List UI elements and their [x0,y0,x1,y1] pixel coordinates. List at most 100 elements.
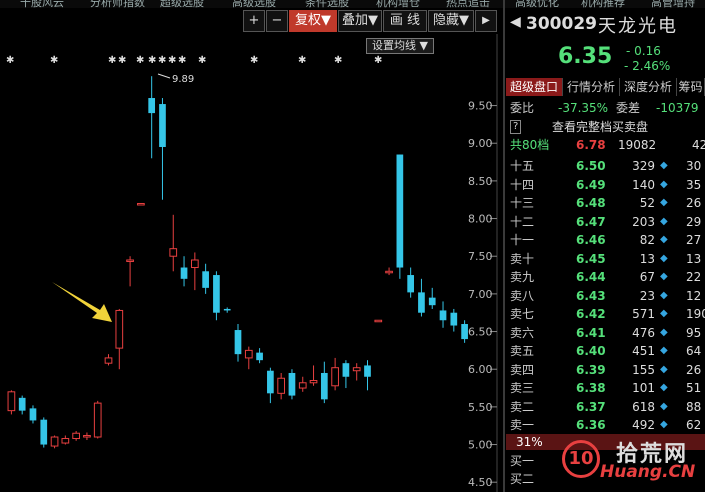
y-tick-label: 5.50 [468,401,493,414]
event-marker-icon: ✱ [168,55,176,66]
top-menu-bar: 十股风云 分析师指数 超级选股 高级选股 条件选股 机构增仓 热点追击 [0,0,505,8]
zoom-in-button[interactable]: + [243,10,265,32]
weicha-value: -10379 [656,101,699,115]
ask-row[interactable]: 卖八 6.43 23 ◆ 12 [506,287,705,305]
overlay-button[interactable]: 叠加▼ [338,10,382,32]
restore-rights-button[interactable]: 复权▼ [289,10,337,32]
menu-item[interactable]: 高级选股 [232,0,276,8]
event-marker-icon: ✱ [198,55,206,66]
total-volume: 19082 [618,138,657,152]
candle-body [40,419,48,445]
ask-volume: 101 [632,381,655,395]
ask-volume: 492 [632,418,655,432]
menu-item[interactable]: 超级选股 [160,0,204,8]
menu-item[interactable]: 热点追击 [446,0,490,8]
ask-label: 十四 [510,177,535,192]
candle-body [309,380,318,384]
candle-body [72,432,80,440]
weicha-label: 委差 [616,101,641,115]
ask-row[interactable]: 卖十 6.45 13 ◆ 13 [506,250,705,268]
y-tick-label: 8.50 [468,175,493,188]
event-marker-icon: ✱ [374,55,382,66]
event-markers: ✱ ✱ ✱ ✱ ✱ ✱ ✱ ✱ ✱ ✱ ✱ ✱ ✱ ✱ [6,55,382,66]
ask-label: 卖八 [510,288,535,303]
ask-label: 卖二 [510,399,535,414]
ask-marker-icon: ◆ [660,178,668,190]
y-tick-label: 7.00 [468,288,493,301]
y-axis: 9.50 9.00 8.50 8.00 7.50 7.00 6.50 6.00 5.50 5.00… [468,100,497,489]
ask-volume: 82 [639,233,655,247]
ask-marker-icon: ◆ [660,197,668,208]
menu-item[interactable]: 机构增仓 [376,0,420,8]
tab-super-book[interactable]: 超级盘口 [506,78,563,96]
ask-volume: 203 [632,214,655,229]
ask-marker-icon: ◆ [660,289,668,301]
stock-name: 天龙光电 [598,16,678,37]
ask-row[interactable]: 卖一 6.36 492 ◆ 62 [506,416,705,434]
ask-row[interactable]: 十三 6.48 52 ◆ 26 [506,194,705,212]
menu-item[interactable]: 十股风云 [20,0,64,8]
ask-marker-icon: ◆ [660,363,668,375]
ask-ext: 64 [686,344,702,358]
tab-market-analysis[interactable]: 行情分析 [563,78,620,96]
ask-row[interactable]: 卖七6.42571◆190 [506,305,705,323]
candle-body [385,270,393,274]
candle-body [374,319,383,323]
draw-line-button[interactable]: 画 线 [383,10,427,32]
ask-marker-icon: ◆ [660,419,668,430]
candle-body [137,202,145,206]
candle-body [450,312,458,326]
ask-row[interactable]: 卖四 6.39 155 ◆ 26 [506,361,705,379]
collapse-arrow-icon[interactable]: ◀ [510,14,521,30]
candle-body [213,275,220,313]
event-marker-icon: ✱ [334,55,342,66]
help-icon[interactable]: ? [510,120,522,134]
tab-deep-analysis[interactable]: 深度分析 [620,78,677,96]
candle-body [342,363,350,377]
event-marker-icon: ✱ [250,55,258,66]
ask-marker-icon: ◆ [660,382,668,393]
ask-volume: 52 [639,196,655,210]
ask-row[interactable]: 卖三 6.38 101 ◆ 51 [506,379,705,397]
ask-row[interactable]: 卖六 6.41 476 ◆ 95 [506,324,705,342]
total-levels-label: 共80档 [510,138,550,152]
full-book-link[interactable]: 查看完整档买卖盘 [552,118,648,136]
panel-divider[interactable] [503,0,505,492]
ask-volume: 13 [639,251,655,266]
candle-series [7,76,468,449]
ask-volume: 23 [639,288,655,303]
ask-label: 卖五 [510,344,535,358]
ask-volume: 140 [632,177,655,192]
candle-body [159,104,166,147]
ask-row[interactable]: 十四 6.49 140 ◆ 35 [506,176,705,194]
candle-body [407,275,414,293]
event-marker-icon: ✱ [50,55,58,66]
ask-row[interactable]: 卖五 6.40 451 ◆ 64 [506,342,705,360]
ask-volume: 571 [632,307,655,321]
menu-item[interactable]: 条件选股 [305,0,349,8]
ask-ext: 30 [686,159,702,173]
event-marker-icon: ✱ [148,55,156,66]
ask-row[interactable]: 卖二 6.37 618 ◆ 88 [506,398,705,416]
candlestick-chart[interactable]: 9.50 9.00 8.50 8.00 7.50 7.00 6.50 6.00 5.50 5.00… [0,34,503,492]
watermark-logo: 10 [562,440,600,478]
max-price-text: 9.89 [172,74,194,85]
y-tick-label: 6.50 [468,326,493,339]
tab-chips[interactable]: 筹码 [677,78,705,96]
ask-row[interactable]: 卖九 6.44 67 ◆ 22 [506,268,705,286]
ask-row[interactable]: 十一 6.46 82 ◆ 27 [506,231,705,249]
menu-item[interactable]: 分析师指数 [90,0,145,8]
ask-row[interactable]: 十五 6.50 329 ◆ 30 [506,157,705,175]
event-marker-icon: ✱ [298,55,306,66]
hide-button[interactable]: 隐藏▼ [428,10,474,32]
ask-volume: 67 [639,270,655,284]
total-ext: 42 [692,138,705,152]
candle-body [83,435,91,438]
zoom-out-button[interactable]: − [266,10,288,32]
candle-body [364,365,371,377]
ask-row[interactable]: 十二 6.47 203 ◆ 29 [506,213,705,231]
annotation-arrow [52,282,112,322]
y-tick-label: 9.00 [468,137,493,150]
scroll-arrow-icon[interactable]: ▶ [475,10,497,32]
candle-body [277,377,286,394]
